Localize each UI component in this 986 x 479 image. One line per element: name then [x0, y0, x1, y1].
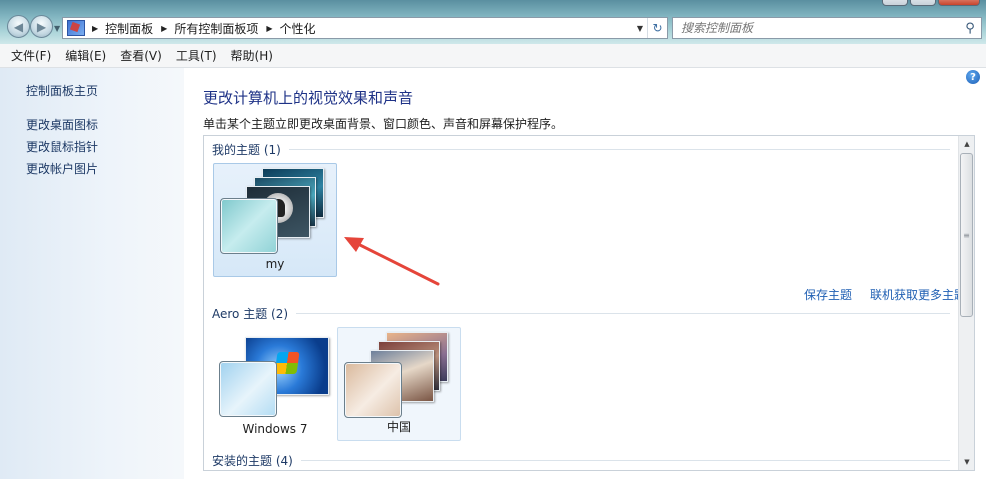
- theme-color-swatch-windows7: [219, 361, 277, 417]
- scroll-up-icon[interactable]: ▲: [959, 136, 974, 152]
- theme-name-my: my: [265, 257, 285, 271]
- section-aero-themes-header: Aero 主题 (2): [212, 307, 289, 321]
- theme-thumbnail-windows7: [215, 327, 333, 419]
- sidebar-links: 更改桌面图标 更改鼠标指针 更改帐户图片: [26, 114, 98, 180]
- recent-pages-dropdown[interactable]: ▼: [54, 24, 60, 33]
- theme-thumbnail-my: [216, 164, 334, 256]
- search-input[interactable]: [681, 21, 959, 35]
- theme-thumbnail-china: [340, 328, 458, 420]
- section-my-themes-header: 我的主题 (1): [212, 143, 281, 157]
- sidebar-link-desktop-icons[interactable]: 更改桌面图标: [26, 114, 98, 136]
- section-divider: [300, 460, 950, 461]
- maximize-button[interactable]: [910, 0, 936, 6]
- section-divider: [288, 149, 950, 150]
- theme-color-swatch-china: [344, 362, 402, 418]
- theme-list: 我的主题 (1) my 保存主题 联机获取更多主题 Aero 主题 (2) Wi…: [203, 135, 975, 471]
- search-icon[interactable]: ⚲: [959, 21, 981, 36]
- refresh-icon[interactable]: ↻: [647, 18, 667, 38]
- menu-help[interactable]: 帮助(H): [224, 47, 280, 64]
- save-theme-link[interactable]: 保存主题: [804, 286, 852, 303]
- menu-file[interactable]: 文件(F): [4, 47, 58, 64]
- chevron-right-icon[interactable]: ▶: [266, 24, 272, 33]
- window-titlebar: ◀ ▶ ▼ ▶ 控制面板 ▶ 所有控制面板项 ▶ 个性化 ▼ ↻ ⚲: [0, 0, 986, 44]
- forward-button[interactable]: ▶: [30, 15, 53, 38]
- window-controls: [882, 0, 980, 6]
- breadcrumb-personalization[interactable]: 个性化: [280, 20, 316, 37]
- control-panel-icon: [67, 20, 85, 36]
- theme-color-swatch-my: [220, 198, 278, 254]
- breadcrumb-control-panel[interactable]: 控制面板: [105, 20, 153, 37]
- section-installed-themes: 安装的主题 (4): [212, 452, 950, 469]
- sidebar-link-mouse-pointers[interactable]: 更改鼠标指针: [26, 136, 98, 158]
- back-button[interactable]: ◀: [7, 15, 30, 38]
- chevron-right-icon[interactable]: ▶: [92, 24, 98, 33]
- menu-view[interactable]: 查看(V): [113, 47, 169, 64]
- scroll-down-icon[interactable]: ▼: [959, 454, 974, 470]
- section-divider: [296, 313, 950, 314]
- chevron-right-icon[interactable]: ▶: [161, 24, 167, 33]
- sidebar-link-account-picture[interactable]: 更改帐户图片: [26, 158, 98, 180]
- theme-tile-windows7[interactable]: Windows 7: [213, 327, 337, 441]
- menu-bar: 文件(F) 编辑(E) 查看(V) 工具(T) 帮助(H): [0, 44, 986, 68]
- help-icon[interactable]: ?: [966, 70, 980, 84]
- control-panel-home-link[interactable]: 控制面板主页: [26, 82, 98, 99]
- theme-tile-china[interactable]: 中国: [337, 327, 461, 441]
- theme-name-china: 中国: [386, 420, 411, 434]
- address-bar[interactable]: ▶ 控制面板 ▶ 所有控制面板项 ▶ 个性化 ▼ ↻: [62, 17, 668, 39]
- section-aero-themes: Aero 主题 (2): [212, 305, 950, 322]
- minimize-button[interactable]: [882, 0, 908, 6]
- menu-tools[interactable]: 工具(T): [169, 47, 224, 64]
- get-more-themes-link[interactable]: 联机获取更多主题: [870, 286, 966, 303]
- section-my-themes: 我的主题 (1): [212, 141, 950, 158]
- section-installed-themes-header: 安装的主题 (4): [212, 454, 293, 468]
- menu-edit[interactable]: 编辑(E): [58, 47, 113, 64]
- theme-tile-my[interactable]: my: [213, 163, 337, 277]
- address-dropdown-icon[interactable]: ▼: [633, 24, 647, 33]
- breadcrumb-all-items[interactable]: 所有控制面板项: [174, 20, 258, 37]
- scrollbar-thumb[interactable]: ≡: [960, 153, 973, 317]
- vertical-scrollbar[interactable]: ▲ ≡ ▼: [958, 136, 974, 470]
- close-button[interactable]: [938, 0, 980, 6]
- search-box[interactable]: ⚲: [672, 17, 982, 39]
- theme-actions: 保存主题 联机获取更多主题: [804, 286, 966, 303]
- left-pane: 控制面板主页 更改桌面图标 更改鼠标指针 更改帐户图片: [0, 68, 184, 479]
- page-title: 更改计算机上的视觉效果和声音: [203, 89, 414, 107]
- page-description: 单击某个主题立即更改桌面背景、窗口颜色、声音和屏幕保护程序。: [203, 117, 564, 131]
- theme-name-windows7: Windows 7: [242, 422, 308, 436]
